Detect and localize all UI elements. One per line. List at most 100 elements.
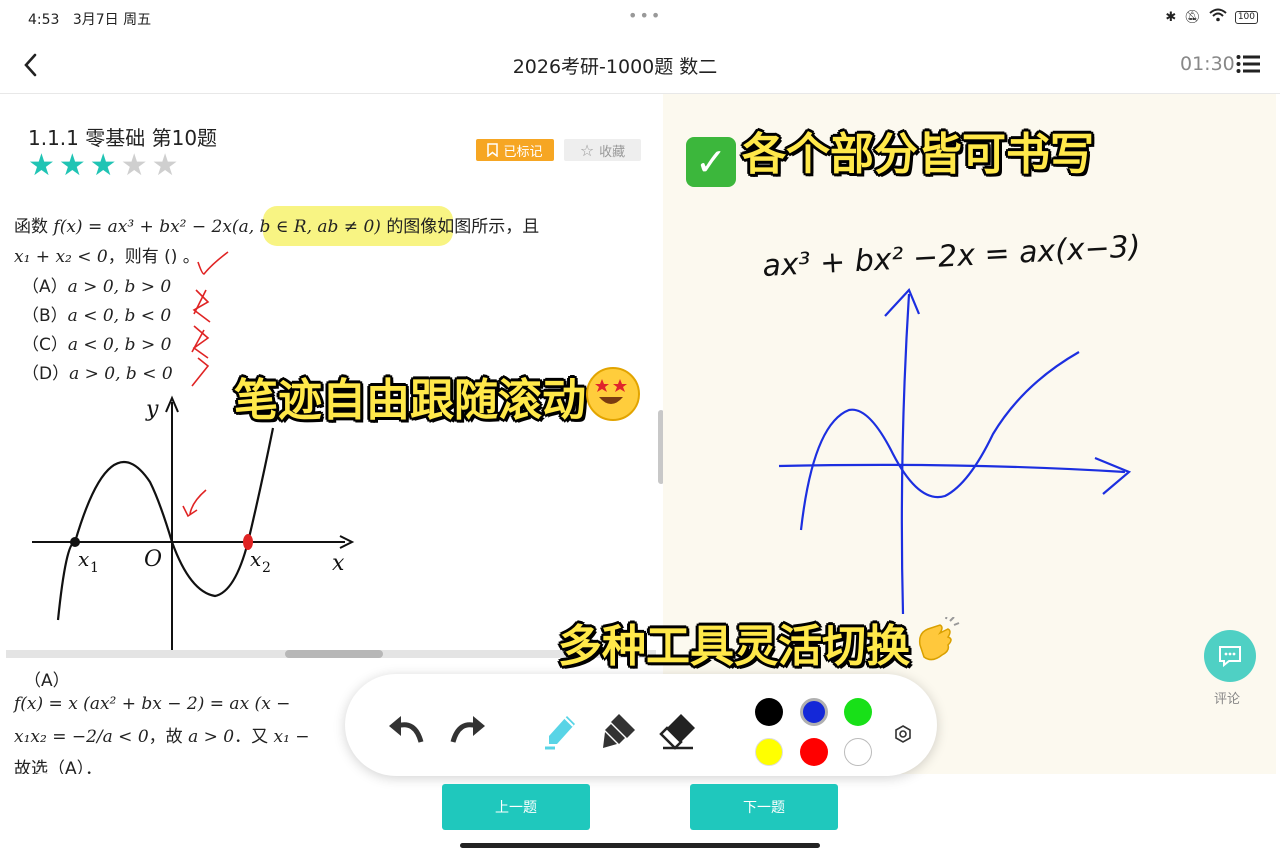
home-indicator[interactable] (460, 843, 820, 848)
status-icons: ✱ 🔕︎ 100 (1165, 8, 1258, 26)
eraser-tool-button[interactable] (659, 710, 699, 754)
bookmark-icon (487, 143, 499, 157)
option-a[interactable]: （A）a > 0, b > 0 (22, 272, 171, 297)
prev-question-button[interactable]: 上一题 (442, 784, 590, 830)
difficulty-stars: ★★★★★ (28, 150, 182, 182)
clock: 4:53 (28, 12, 60, 28)
answer-line-2: x₁x₂ = −2/a < 0，故 a > 0．又 x₁ − (14, 722, 310, 747)
hand-y-arrow (884, 287, 921, 317)
battery-icon: 100 (1234, 10, 1258, 24)
color-black[interactable] (755, 698, 783, 726)
banner-write-text: 各个部分皆可书写 (742, 129, 1094, 180)
option-math: a > 0, b < 0 (69, 364, 173, 384)
banner-tools: 多种工具灵活切换 (558, 610, 960, 674)
collect-label: 收藏 (599, 144, 626, 160)
color-red[interactable] (800, 738, 828, 766)
chat-bubble-icon (1219, 646, 1241, 668)
color-yellow[interactable] (755, 738, 783, 766)
option-c[interactable]: （C）a < 0, b > 0 (22, 330, 171, 355)
list-icon (1236, 55, 1260, 73)
label-x1: x (78, 547, 89, 571)
banner-tools-text: 多种工具灵活切换 (558, 621, 910, 672)
label-x1-sub: 1 (90, 560, 99, 576)
highlighter-icon (603, 714, 635, 748)
banner-scroll-text: 笔迹自由跟随滚动 (234, 375, 586, 426)
undo-icon (389, 716, 424, 743)
answer-label: （A） (24, 671, 70, 691)
redo-button[interactable] (447, 712, 487, 750)
handwritten-equation: ax³ + bx² −2x = ax(x−3) (762, 229, 1142, 284)
option-math: a < 0, b < 0 (67, 306, 172, 326)
answer-line-3: 故选（A）． (14, 759, 103, 774)
undo-button[interactable] (387, 712, 427, 750)
label-y: y (145, 397, 159, 422)
status-time: 4:53 3月7日 周五 (28, 9, 151, 29)
red-arrow-ink (182, 489, 207, 518)
menu-button[interactable] (1236, 54, 1260, 74)
hand-y-axis (900, 293, 911, 615)
check-mark-icon: ✓ (686, 137, 736, 187)
answer-math: x₁ − (273, 727, 310, 747)
horizontal-scrollbar-thumb[interactable] (285, 650, 383, 658)
gear-icon (895, 725, 911, 743)
star-filled-icon: ★★★ (28, 148, 121, 183)
date: 3月7日 周五 (72, 12, 152, 28)
pen-icon (545, 716, 575, 750)
pen-tool-button[interactable] (543, 710, 579, 754)
eraser-icon (659, 714, 695, 750)
banner-write: ✓ 各个部分皆可书写 (686, 118, 1094, 187)
toolbar-settings-button[interactable] (893, 724, 913, 748)
comment-button[interactable] (1204, 630, 1256, 682)
status-bar: 4:53 3月7日 周五 ••• ✱ 🔕︎ 100 (0, 0, 1280, 36)
star-eyes-emoji-icon (586, 367, 640, 421)
cubic-curve (56, 427, 275, 621)
color-blue-selected[interactable] (800, 698, 828, 726)
option-label: （C） (22, 335, 68, 355)
label-x: x (332, 551, 345, 576)
option-b[interactable]: （B）a < 0, b < 0 (22, 301, 171, 326)
page-title: 2026考研-1000题 数二 (512, 56, 718, 78)
answer-text: ，故 (148, 727, 183, 747)
answer-math: a > 0 (188, 727, 235, 747)
bluetooth-icon: ✱ (1165, 9, 1177, 25)
option-math: a > 0, b > 0 (67, 277, 172, 297)
highlighter-tool-button[interactable] (601, 710, 641, 754)
color-white[interactable] (844, 738, 872, 766)
wifi-icon (1209, 8, 1227, 26)
star-outline-icon: ☆ (579, 140, 595, 160)
option-math: a < 0, b > 0 (67, 335, 172, 355)
hand-x-axis (778, 463, 1126, 474)
comment-label: 评论 (1214, 692, 1241, 707)
answer-math: x₁x₂ = −2/a < 0 (14, 727, 149, 747)
star-empty-icon: ★★ (120, 148, 183, 183)
option-label: （B） (22, 306, 68, 326)
option-d[interactable]: （D）a > 0, b < 0 (22, 359, 173, 384)
red-ink-marks (191, 251, 229, 387)
answer-text: ．又 (234, 727, 269, 747)
marked-badge[interactable]: 已标记 (476, 139, 554, 161)
answer-line-1: f(x) = x (ax² + bx − 2) = ax (x − (14, 694, 291, 714)
hand-x-arrow (1094, 456, 1132, 495)
stem-prefix: 函数 (14, 217, 48, 237)
question-number: 1.1.1 零基础 第10题 (28, 126, 218, 150)
redo-icon (450, 716, 485, 743)
stem-ask: ，则有 () 。 (107, 247, 200, 267)
option-label: （D） (22, 364, 70, 384)
hand-curve (799, 351, 1080, 531)
stem-formula: f(x) = ax³ + bx² − 2x(a, b ∈ R, ab ≠ 0) (53, 217, 381, 237)
stem-condition: x₁ + x₂ < 0 (14, 247, 108, 267)
pen-toolbar (345, 674, 937, 776)
option-label: （A） (22, 277, 68, 297)
next-question-button[interactable]: 下一题 (690, 784, 838, 830)
marked-label: 已标记 (503, 144, 543, 160)
banner-scroll: 笔迹自由跟随滚动 (234, 364, 640, 428)
label-x2: x (250, 547, 261, 571)
label-origin: O (144, 547, 162, 572)
function-graph: y x O x 1 x 2 (32, 395, 355, 650)
stem-suffix: 的图像如图所示，且 (386, 217, 540, 237)
collect-button[interactable]: ☆ 收藏 (564, 139, 641, 161)
multitask-dots[interactable]: ••• (628, 6, 662, 25)
nav-bar: 2026考研-1000题 数二 01:30 (0, 36, 1280, 94)
color-green[interactable] (844, 698, 872, 726)
question-stem-line2: x₁ + x₂ < 0，则有 () 。 (14, 242, 200, 267)
